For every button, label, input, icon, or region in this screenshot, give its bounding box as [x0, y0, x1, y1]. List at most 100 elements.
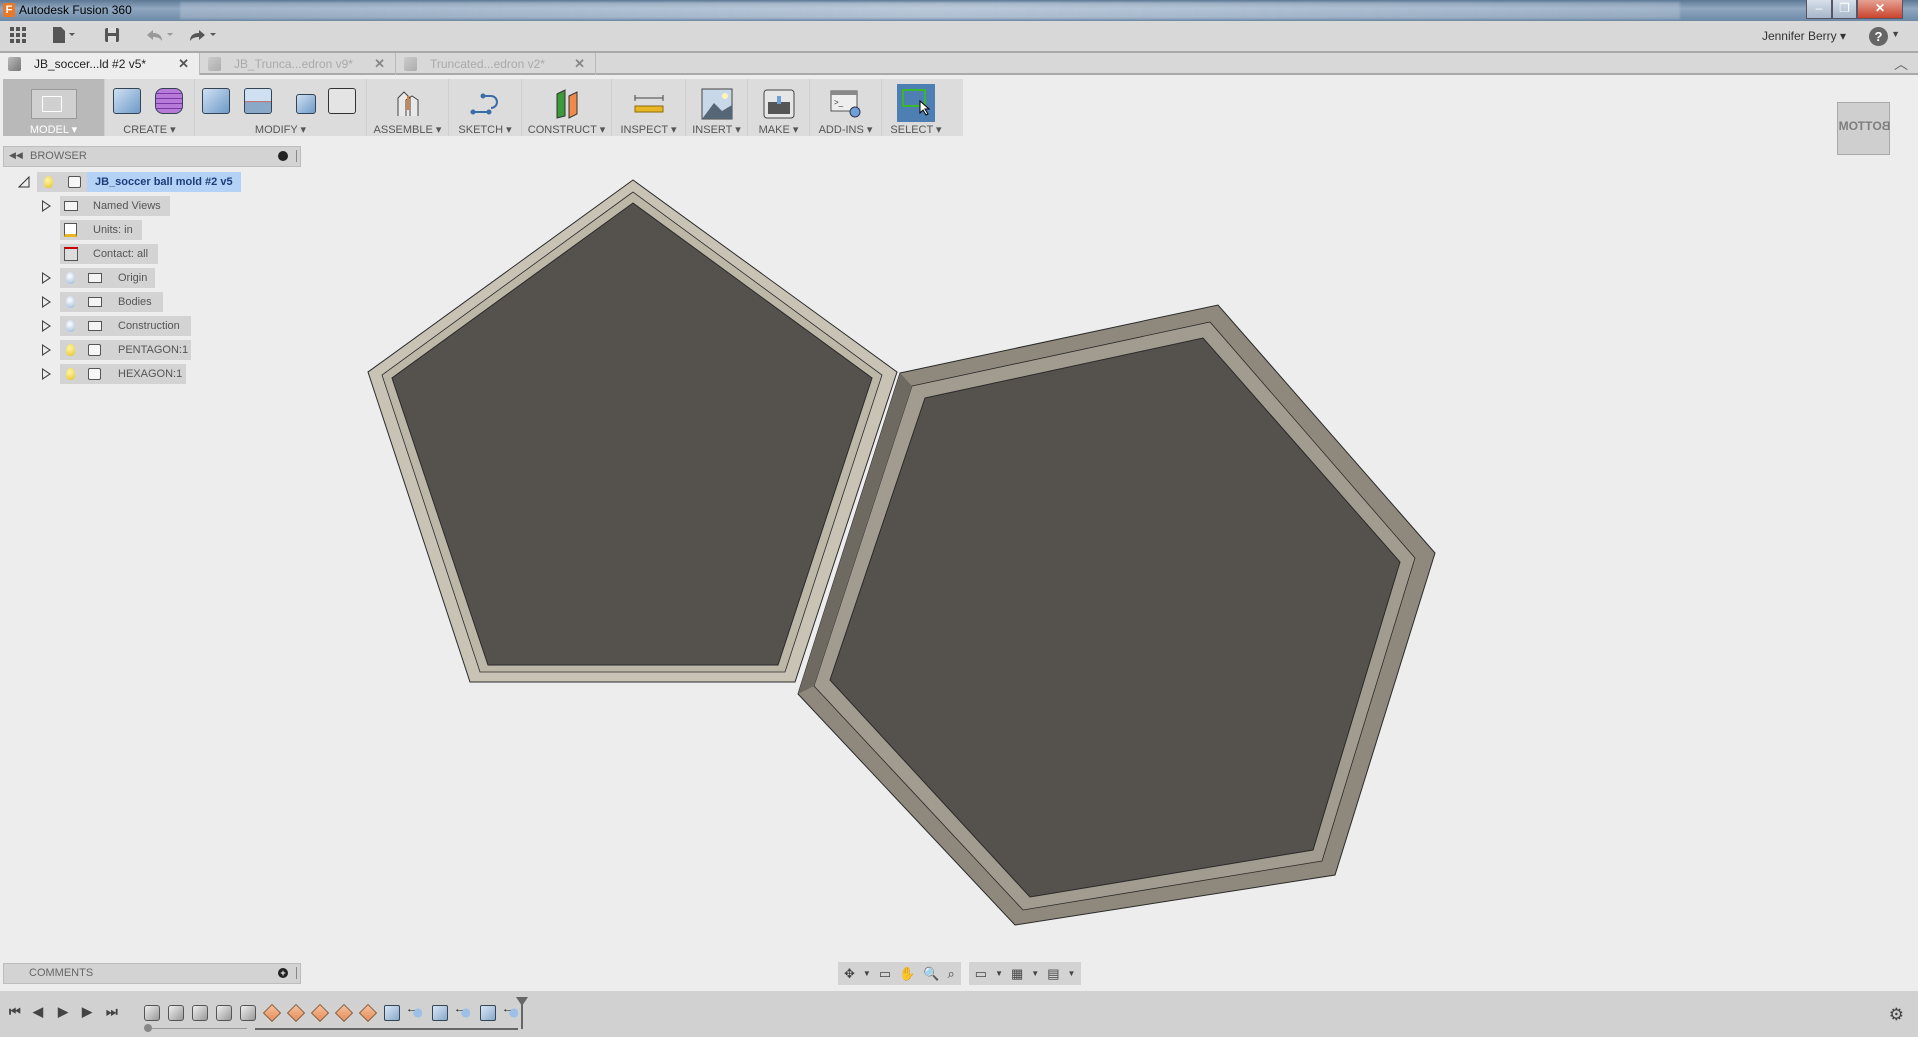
browser-header[interactable]: ◀◀ BROWSER: [3, 146, 301, 167]
doc-tab-1[interactable]: JB_soccer...ld #2 v5* ✕: [0, 53, 200, 75]
timeline-last-icon[interactable]: ⏭: [106, 1004, 118, 1020]
browser-item-hexagon[interactable]: HEXAGON:1: [40, 364, 240, 384]
timeline-feature-sketch-icon[interactable]: [286, 1003, 306, 1023]
press-pull-icon[interactable]: [201, 88, 234, 120]
joint-icon[interactable]: [392, 88, 424, 120]
form-tspline-icon[interactable]: [154, 88, 187, 120]
close-tab-icon[interactable]: ✕: [178, 53, 189, 75]
pan-hand-icon[interactable]: ✋: [899, 966, 915, 982]
timeline-play-icon[interactable]: ▶: [82, 1004, 92, 1020]
measure-ruler-icon[interactable]: [633, 88, 665, 120]
hexagon-body[interactable]: [797, 304, 1436, 926]
insert-group[interactable]: INSERT ▾: [686, 79, 748, 136]
visibility-bulb-icon[interactable]: [66, 344, 75, 356]
timeline-feature-solid-icon[interactable]: [216, 1005, 232, 1021]
select-group[interactable]: SELECT ▾: [882, 79, 950, 136]
comments-panel[interactable]: COMMENTS +: [3, 963, 301, 984]
sketch-menu[interactable]: SKETCH ▾: [458, 123, 511, 136]
add-comment-icon[interactable]: +: [278, 968, 288, 978]
browser-item-pentagon[interactable]: PENTAGON:1: [40, 340, 240, 360]
create-group[interactable]: CREATE ▾: [105, 79, 195, 136]
save-icon[interactable]: [104, 27, 120, 47]
minimize-button[interactable]: –: [1806, 0, 1832, 19]
timeline-feature-solid-icon[interactable]: [144, 1005, 160, 1021]
root-component-label[interactable]: JB_soccer ball mold #2 v5: [87, 172, 241, 192]
visibility-bulb-icon[interactable]: [66, 320, 75, 332]
timeline-feature-sketch-icon[interactable]: [358, 1003, 378, 1023]
display-settings-icon[interactable]: ▭: [975, 966, 987, 982]
combine-icon[interactable]: [286, 88, 318, 120]
workspace-switcher[interactable]: MODEL ▾: [3, 79, 105, 136]
shell-icon[interactable]: [327, 88, 360, 120]
orbit-dropdown-icon[interactable]: ▼: [863, 969, 871, 978]
collapse-triangle-icon[interactable]: [18, 176, 30, 188]
visibility-bulb-icon[interactable]: [66, 368, 75, 380]
inspect-group[interactable]: INSPECT ▾: [612, 79, 686, 136]
look-at-icon[interactable]: ▭: [879, 966, 891, 982]
timeline-group-collapse-icon[interactable]: [144, 1024, 152, 1032]
browser-item-units[interactable]: Units: in: [40, 220, 240, 240]
select-menu[interactable]: SELECT ▾: [890, 123, 941, 136]
timeline-play-back-icon[interactable]: ▶: [58, 1004, 68, 1020]
timeline-feature-joint-icon[interactable]: [502, 1003, 518, 1018]
expand-triangle-icon[interactable]: [42, 272, 51, 284]
browser-item-contact[interactable]: Contact: all: [40, 244, 240, 264]
browser-item-named-views[interactable]: Named Views: [40, 196, 240, 216]
expand-triangle-icon[interactable]: [42, 296, 51, 308]
maximize-button[interactable]: ❐: [1832, 0, 1857, 19]
timeline-feature-joint-icon[interactable]: [454, 1003, 470, 1018]
assemble-group[interactable]: ASSEMBLE ▾: [367, 79, 449, 136]
collapse-browser-icon[interactable]: ◀◀: [9, 150, 23, 161]
timeline-marker-handle[interactable]: [516, 997, 528, 1029]
add-ins-group[interactable]: >_ ADD-INS ▾: [810, 79, 882, 136]
extrude-box-icon[interactable]: [112, 88, 145, 120]
timeline-feature-solid-icon[interactable]: [192, 1005, 208, 1021]
sketch-group[interactable]: SKETCH ▾: [449, 79, 522, 136]
insert-menu[interactable]: INSERT ▾: [692, 123, 741, 136]
offset-plane-icon[interactable]: [551, 88, 583, 120]
timeline-prev-icon[interactable]: ◀: [33, 1004, 43, 1020]
construct-group[interactable]: CONSTRUCT ▾: [522, 79, 612, 136]
help-icon[interactable]: ?: [1869, 27, 1888, 46]
pentagon-body[interactable]: [367, 179, 898, 683]
user-account-menu[interactable]: Jennifer Berry ▾: [1762, 29, 1846, 43]
file-menu-icon[interactable]: [52, 27, 78, 47]
collapse-toolbar-chevron-up-icon[interactable]: ︿: [1894, 54, 1908, 74]
3d-print-icon[interactable]: [763, 88, 795, 120]
split-face-icon[interactable]: [243, 88, 276, 120]
redo-icon[interactable]: [188, 27, 218, 47]
browser-item-origin[interactable]: Origin: [40, 268, 240, 288]
timeline-feature-solid-icon[interactable]: [168, 1005, 184, 1021]
expand-triangle-icon[interactable]: [42, 200, 51, 212]
viewports-dropdown-icon[interactable]: ▼: [1068, 969, 1076, 978]
visibility-bulb-icon[interactable]: [44, 176, 53, 188]
assemble-menu[interactable]: ASSEMBLE ▾: [374, 123, 442, 136]
timeline-feature-sketch-icon[interactable]: [310, 1003, 330, 1023]
create-menu[interactable]: CREATE ▾: [123, 123, 175, 136]
select-window-icon[interactable]: [897, 84, 935, 122]
timeline-feature-joint-icon[interactable]: [406, 1003, 422, 1018]
insert-image-icon[interactable]: [701, 88, 733, 120]
canvas-viewport[interactable]: [0, 140, 1918, 960]
close-button[interactable]: ✕: [1857, 0, 1903, 19]
grid-snaps-icon[interactable]: ▦: [1011, 966, 1023, 982]
viewports-icon[interactable]: ▤: [1047, 966, 1059, 982]
grid-dropdown-icon[interactable]: ▼: [1031, 969, 1039, 978]
timeline-feature-sketch-icon[interactable]: [262, 1003, 282, 1023]
scripts-addins-icon[interactable]: >_: [830, 88, 862, 120]
timeline-feature-surf-icon[interactable]: [384, 1005, 400, 1021]
timeline-feature-solid-icon[interactable]: [240, 1005, 256, 1021]
timeline-feature-sketch-icon[interactable]: [334, 1003, 354, 1023]
modify-group[interactable]: MODIFY ▾: [195, 79, 367, 136]
expand-triangle-icon[interactable]: [42, 368, 51, 380]
orbit-icon[interactable]: ✥: [844, 966, 855, 982]
close-tab-icon[interactable]: ✕: [374, 53, 385, 75]
comments-resize-handle[interactable]: [296, 967, 297, 979]
browser-item-bodies[interactable]: Bodies: [40, 292, 240, 312]
add-ins-menu[interactable]: ADD-INS ▾: [819, 123, 873, 136]
modify-menu[interactable]: MODIFY ▾: [255, 123, 306, 136]
browser-resize-handle[interactable]: [296, 150, 297, 162]
zoom-icon[interactable]: 🔍: [923, 966, 939, 982]
create-sketch-icon[interactable]: [469, 88, 501, 120]
undo-icon[interactable]: [145, 27, 175, 47]
